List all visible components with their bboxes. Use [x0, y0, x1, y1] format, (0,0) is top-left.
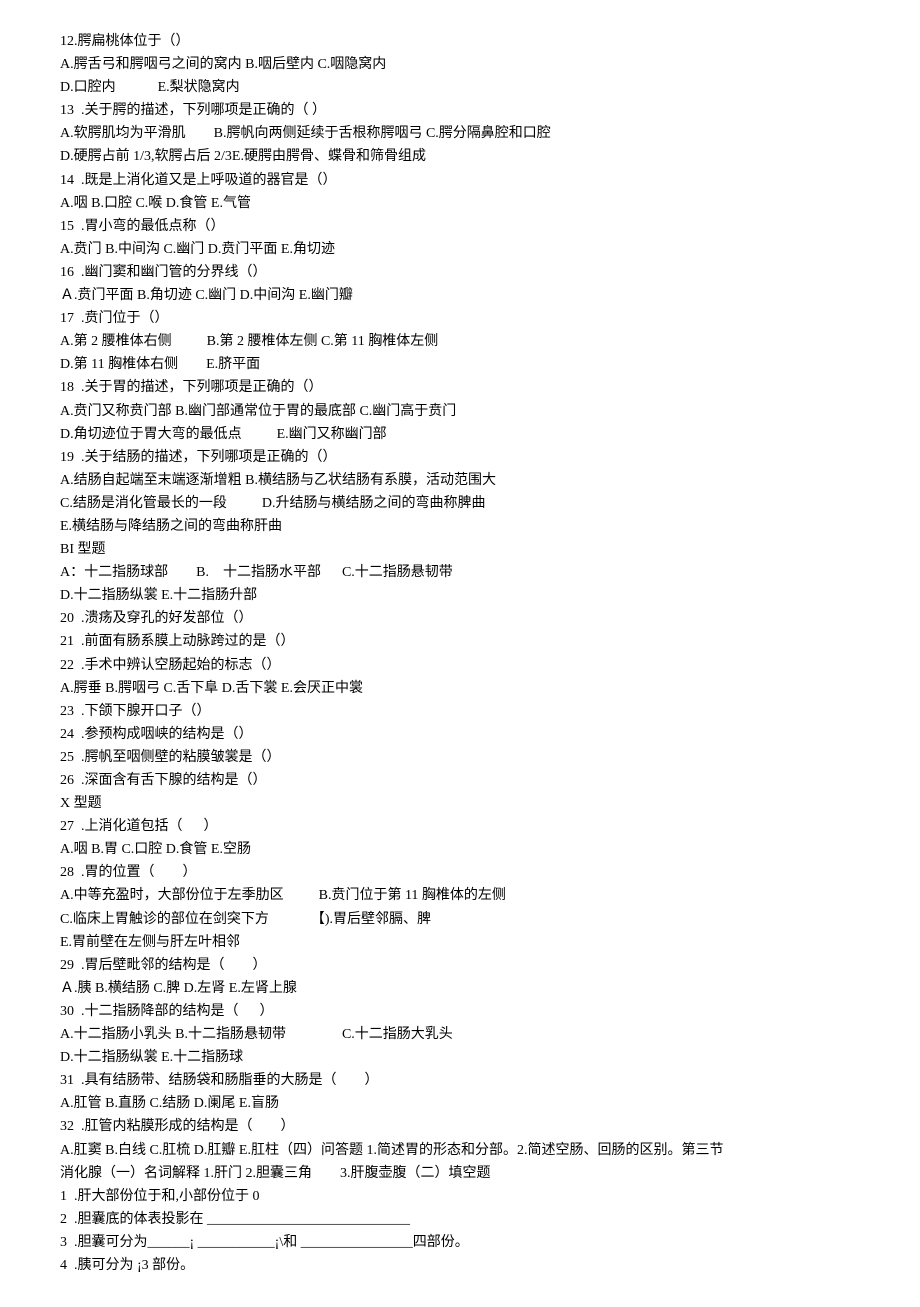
text-line: 19 .关于结肠的描述，下列哪项是正确的（）	[60, 446, 860, 469]
text-line: 2 .胆囊底的体表投影在 ___________________________…	[60, 1208, 860, 1231]
text-line: 4 .胰可分为 ¡3 部份。	[60, 1254, 860, 1277]
text-line: A.肛管 B.直肠 C.结肠 D.阑尾 E.盲肠	[60, 1092, 860, 1115]
text-line: A.贲门又称贲门部 B.幽门部通常位于胃的最底部 C.幽门高于贲门	[60, 400, 860, 423]
text-line: 12.腭扁桃体位于（）	[60, 30, 860, 53]
text-line: Ａ.胰 B.横结肠 C.脾 D.左肾 E.左肾上腺	[60, 977, 860, 1000]
text-line: BI 型题	[60, 538, 860, 561]
text-line: 30 .十二指肠降部的结构是（ ）	[60, 1000, 860, 1023]
text-line: D.十二指肠纵裳 E.十二指肠升部	[60, 584, 860, 607]
text-line: 15 .胃小弯的最低点称（）	[60, 215, 860, 238]
text-line: 消化腺（一）名词解释 1.肝门 2.胆囊三角 3.肝腹壶腹（二）填空题	[60, 1162, 860, 1185]
text-line: E.横结肠与降结肠之间的弯曲称肝曲	[60, 515, 860, 538]
text-line: A：十二指肠球部 B. 十二指肠水平部 C.十二指肠悬韧带	[60, 561, 860, 584]
text-line: E.胃前壁在左侧与肝左叶相邻	[60, 931, 860, 954]
text-line: 21 .前面有肠系膜上动脉跨过的是（）	[60, 630, 860, 653]
text-line: A.贲门 B.中间沟 C.幽门 D.贲门平面 E.角切迹	[60, 238, 860, 261]
text-line: A.腭舌弓和腭咽弓之间的窝内 B.咽后壁内 C.咽隐窝内	[60, 53, 860, 76]
text-line: 1 .肝大部份位于和,小部份位于 0	[60, 1185, 860, 1208]
text-line: 28 .胃的位置（ ）	[60, 861, 860, 884]
text-line: C.结肠是消化管最长的一段 D.升结肠与横结肠之间的弯曲称脾曲	[60, 492, 860, 515]
text-line: 17 .贲门位于（）	[60, 307, 860, 330]
text-line: X 型题	[60, 792, 860, 815]
text-line: 16 .幽门窦和幽门管的分界线（）	[60, 261, 860, 284]
text-line: C.临床上胃触诊的部位在剑突下方 【).胃后壁邻膈、脾	[60, 908, 860, 931]
text-line: 20 .溃疡及穿孔的好发部位（）	[60, 607, 860, 630]
text-line: 14 .既是上消化道又是上呼吸道的器官是（）	[60, 169, 860, 192]
text-line: A.结肠自起端至末端逐渐增粗 B.横结肠与乙状结肠有系膜，活动范围大	[60, 469, 860, 492]
text-line: A.中等充盈时，大部份位于左季肋区 B.贲门位于第 11 胸椎体的左侧	[60, 884, 860, 907]
text-line: A.软腭肌均为平滑肌 B.腭帆向两侧延续于舌根称腭咽弓 C.腭分隔鼻腔和口腔	[60, 122, 860, 145]
text-line: 26 .深面含有舌下腺的结构是（）	[60, 769, 860, 792]
text-line: 13 .关于腭的描述，下列哪项是正确的（ ）	[60, 99, 860, 122]
text-line: A.肛窦 B.白线 C.肛梳 D.肛瓣 E.肛柱（四）问答题 1.简述胃的形态和…	[60, 1139, 860, 1162]
text-line: A.十二指肠小乳头 B.十二指肠悬韧带 C.十二指肠大乳头	[60, 1023, 860, 1046]
text-line: 18 .关于胃的描述，下列哪项是正确的（）	[60, 376, 860, 399]
text-line: 25 .腭帆至咽侧壁的粘膜皱裳是（）	[60, 746, 860, 769]
exam-document: 12.腭扁桃体位于（）A.腭舌弓和腭咽弓之间的窝内 B.咽后壁内 C.咽隐窝内D…	[60, 30, 860, 1277]
text-line: 31 .具有结肠带、结肠袋和肠脂垂的大肠是（ ）	[60, 1069, 860, 1092]
text-line: 24 .参预构成咽峡的结构是（）	[60, 723, 860, 746]
text-line: D.口腔内 E.梨状隐窝内	[60, 76, 860, 99]
text-line: 29 .胃后壁毗邻的结构是（ ）	[60, 954, 860, 977]
text-line: Ａ.贲门平面 B.角切迹 C.幽门 D.中间沟 E.幽门瓣	[60, 284, 860, 307]
text-line: A.咽 B.口腔 C.喉 D.食管 E.气管	[60, 192, 860, 215]
text-line: D.第 11 胸椎体右侧 E.脐平面	[60, 353, 860, 376]
text-line: A.腭垂 B.腭咽弓 C.舌下阜 D.舌下裳 E.会厌正中裳	[60, 677, 860, 700]
text-line: D.角切迹位于胃大弯的最低点 E.幽门又称幽门部	[60, 423, 860, 446]
text-line: A.咽 B.胃 C.口腔 D.食管 E.空肠	[60, 838, 860, 861]
text-line: 27 .上消化道包括（ ）	[60, 815, 860, 838]
text-line: A.第 2 腰椎体右侧 B.第 2 腰椎体左侧 C.第 11 胸椎体左侧	[60, 330, 860, 353]
text-line: 32 .肛管内粘膜形成的结构是（ ）	[60, 1115, 860, 1138]
text-line: D.硬腭占前 1/3,软腭占后 2/3E.硬腭由腭骨、蝶骨和筛骨组成	[60, 145, 860, 168]
text-line: 23 .下颌下腺开口子（）	[60, 700, 860, 723]
text-line: 22 .手术中辨认空肠起始的标志（）	[60, 654, 860, 677]
text-line: 3 .胆囊可分为______¡ ___________¡\和 _________…	[60, 1231, 860, 1254]
text-line: D.十二指肠纵裳 E.十二指肠球	[60, 1046, 860, 1069]
